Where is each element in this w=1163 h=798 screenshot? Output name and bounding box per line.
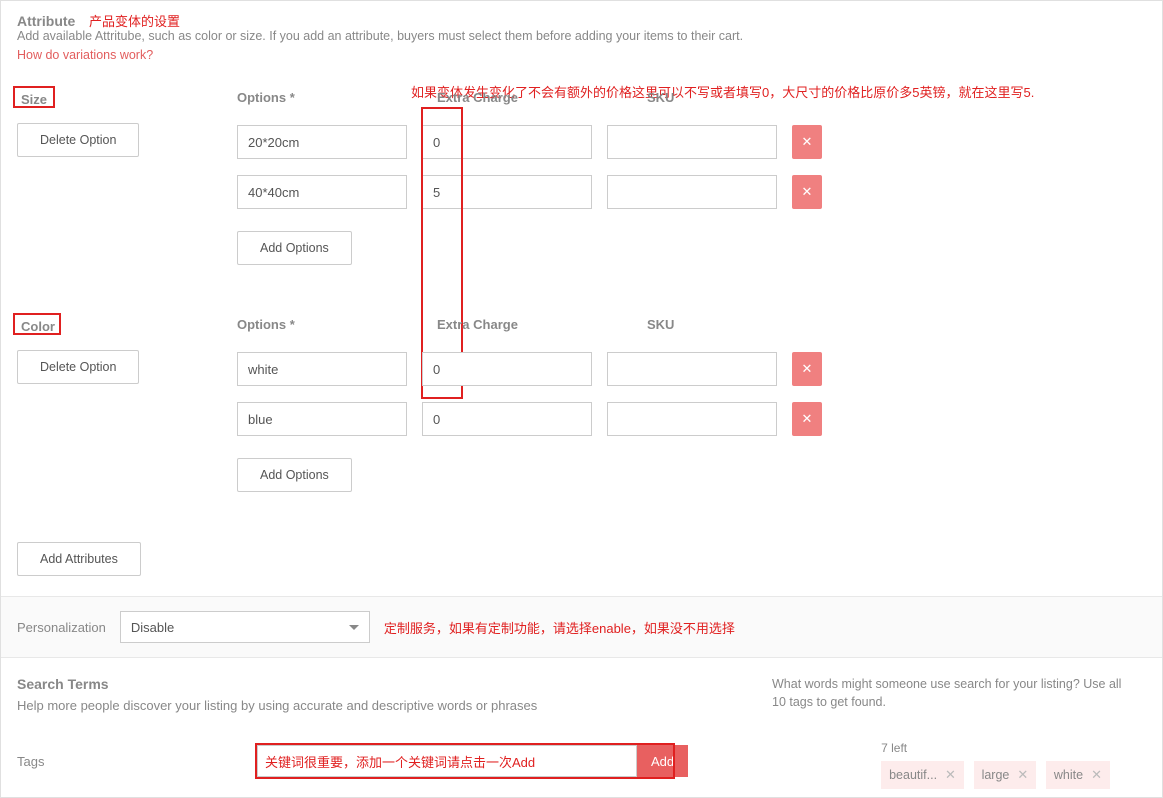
- remove-row-button[interactable]: ✕: [792, 352, 822, 386]
- add-options-button[interactable]: Add Options: [237, 231, 352, 265]
- delete-option-button[interactable]: Delete Option: [17, 123, 139, 157]
- attribute-group-color: Color Delete Option Options * Extra Char…: [17, 317, 1146, 492]
- variations-help-link[interactable]: How do variations work?: [17, 48, 153, 62]
- annotation-box-size: [13, 86, 55, 108]
- attribute-section: Attribute 产品变体的设置 Add available Attritub…: [1, 1, 1162, 596]
- col-extra-charge: Extra Charge: [437, 317, 632, 332]
- option-row: ✕: [237, 352, 822, 394]
- annotation-personalization: 定制服务，如果有定制功能，请选择enable，如果没不用选择: [384, 618, 735, 637]
- option-input[interactable]: [237, 175, 407, 209]
- search-terms-help: What words might someone use search for …: [772, 676, 1132, 711]
- remove-tag-icon[interactable]: ✕: [1091, 767, 1102, 783]
- remove-row-button[interactable]: ✕: [792, 402, 822, 436]
- col-options: Options *: [237, 90, 422, 105]
- col-sku: SKU: [647, 317, 817, 332]
- sku-input[interactable]: [607, 125, 777, 159]
- add-tag-button[interactable]: Add: [637, 745, 688, 777]
- add-attributes-button[interactable]: Add Attributes: [17, 542, 141, 576]
- remove-row-button[interactable]: ✕: [792, 175, 822, 209]
- attribute-group-size: Size Delete Option Options * Extra Charg…: [17, 90, 1146, 265]
- personalization-label: Personalization: [17, 620, 106, 635]
- tags-label: Tags: [17, 754, 237, 769]
- attribute-title: Attribute: [17, 13, 75, 29]
- col-sku: SKU: [647, 90, 817, 105]
- search-terms-section: Search Terms Help more people discover y…: [1, 658, 1162, 797]
- tags-input[interactable]: [257, 745, 637, 777]
- col-options: Options *: [237, 317, 422, 332]
- sku-input[interactable]: [607, 175, 777, 209]
- option-input[interactable]: [237, 352, 407, 386]
- personalization-section: Personalization Disable 定制服务，如果有定制功能，请选择…: [1, 596, 1162, 658]
- extra-charge-input[interactable]: [422, 402, 592, 436]
- add-options-button[interactable]: Add Options: [237, 458, 352, 492]
- sku-input[interactable]: [607, 352, 777, 386]
- tag-chip: white✕: [1046, 761, 1110, 789]
- attribute-desc: Add available Attritube, such as color o…: [17, 29, 1146, 43]
- personalization-select[interactable]: Disable: [120, 611, 370, 643]
- extra-charge-input[interactable]: [422, 352, 592, 386]
- sku-input[interactable]: [607, 402, 777, 436]
- personalization-value: Disable: [131, 620, 174, 635]
- tags-left-count: 7 left: [881, 741, 1116, 755]
- close-icon: ✕: [802, 361, 813, 377]
- annotation-box-color: [13, 313, 61, 335]
- close-icon: ✕: [802, 184, 813, 200]
- remove-row-button[interactable]: ✕: [792, 125, 822, 159]
- option-row: ✕: [237, 175, 822, 217]
- remove-tag-icon[interactable]: ✕: [1017, 767, 1028, 783]
- option-input[interactable]: [237, 402, 407, 436]
- option-row: ✕: [237, 125, 822, 167]
- annotation-attr-title: 产品变体的设置: [89, 11, 180, 30]
- option-row: ✕: [237, 402, 822, 444]
- close-icon: ✕: [802, 134, 813, 150]
- close-icon: ✕: [802, 411, 813, 427]
- delete-option-button[interactable]: Delete Option: [17, 350, 139, 384]
- col-extra-charge: Extra Charge: [437, 90, 632, 105]
- remove-tag-icon[interactable]: ✕: [945, 767, 956, 783]
- tags-chips: 7 left beautif...✕ large✕ white✕: [881, 741, 1116, 789]
- option-input[interactable]: [237, 125, 407, 159]
- tag-chip: beautif...✕: [881, 761, 964, 789]
- tag-chip: large✕: [974, 761, 1037, 789]
